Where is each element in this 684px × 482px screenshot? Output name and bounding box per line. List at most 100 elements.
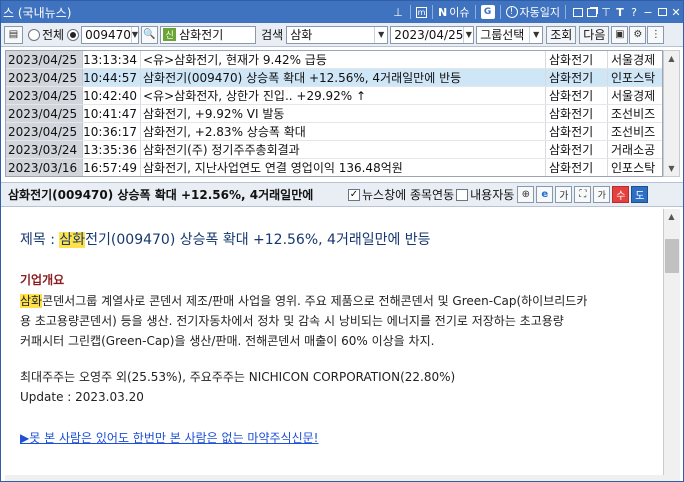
news-stock: 삼화전기 — [546, 141, 608, 158]
news-date: 2023/04/25 — [6, 51, 83, 68]
news-row[interactable]: 2023/04/25 13:13:34 <유>삼화전기, 현재가 9.42% 급등 삼… — [6, 51, 662, 69]
content-auto-checkbox[interactable]: 내용자동 — [456, 186, 514, 203]
news-time: 13:35:36 — [83, 141, 141, 158]
news-source: 서울경제 — [611, 89, 656, 103]
minimize-icon[interactable]: − — [641, 5, 655, 19]
news-row[interactable]: 2023/04/25 10:44:57 삼화전기(009470) 상승폭 확대 +1… — [6, 69, 662, 87]
pin-window-icon[interactable]: ⊤ — [599, 5, 613, 19]
article-title: 제목 : 삼화전기(009470) 상승폭 확대 +12.56%, 4거래일만에… — [20, 232, 431, 248]
news-stock: 삼화전기 — [546, 87, 608, 104]
news-link-checkbox[interactable]: ✓ 뉴스창에 종목연동 — [348, 186, 454, 203]
issue-button[interactable]: N 이슈 — [438, 4, 469, 20]
article-scrollbar[interactable]: ▲ — [663, 209, 680, 475]
window-copy-icon[interactable] — [585, 5, 599, 19]
search-icon[interactable]: 🔍 — [141, 25, 159, 44]
next-button[interactable]: 다음 — [579, 25, 610, 44]
group-select[interactable]: 그룹선택 ▼ — [476, 25, 544, 44]
news-row[interactable]: 2023/04/25 10:42:40 <유>삼화전자, 상한가 진입.. +29.… — [6, 87, 662, 105]
expand-icon[interactable]: ⛶ — [574, 186, 592, 203]
scroll-thumb[interactable] — [665, 239, 679, 273]
article-body: 제목 : 삼화전기(009470) 상승폭 확대 +12.56%, 4거래일만에… — [5, 209, 663, 475]
shareholders-text: 최대주주는 오영주 외(25.53%), 주요주주는 NICHICON CORP… — [20, 370, 456, 384]
news-title: <유>삼화전기, 현재가 9.42% 급등 — [141, 51, 546, 68]
more-icon[interactable]: ⋮ — [647, 25, 665, 44]
news-title: 삼화전기, +9.92% VI 발동 — [141, 105, 546, 122]
close-icon[interactable]: ✕ — [669, 5, 683, 19]
section-heading: 기업개요 — [20, 273, 65, 287]
news-date: 2023/04/25 — [6, 69, 83, 86]
news-source: 서울경제 — [611, 53, 656, 67]
news-time: 10:42:40 — [83, 87, 141, 104]
horizontal-scrollbar[interactable] — [5, 475, 680, 481]
news-title: <유>삼화전자, 상한가 진입.. +29.92% ↑ — [141, 87, 546, 104]
news-source: 거래소공 — [611, 143, 656, 157]
headline-title: 삼화전기(009470) 상승폭 확대 +12.56%, 4거래일만에 — [8, 188, 314, 202]
list-view-icon[interactable]: ▤ — [4, 25, 23, 44]
news-list: 2023/04/25 13:13:34 <유>삼화전기, 현재가 9.42% 급등 삼… — [5, 50, 663, 177]
news-row[interactable]: 2023/03/16 16:57:49 삼화전기, 지난사업연도 연결 영업이익 1… — [6, 159, 662, 176]
settings-icon[interactable]: ⚙ — [629, 25, 647, 44]
query-button[interactable]: 조회 — [546, 25, 577, 44]
news-date: 2023/03/16 — [6, 159, 83, 176]
scroll-down-icon[interactable]: ▼ — [664, 161, 679, 176]
news-list-scrollbar[interactable]: ▲ ▼ — [663, 50, 680, 177]
news-date: 2023/04/25 — [6, 123, 83, 140]
font-decrease-button[interactable]: 가 — [593, 186, 611, 203]
stock-code-select[interactable]: 009470 ▼ — [81, 25, 140, 44]
window-title: 스 (국내뉴스) — [3, 5, 72, 20]
search-keyword-select[interactable]: 삼화 ▼ — [286, 25, 389, 44]
translate-icon[interactable]: G — [480, 5, 495, 19]
scroll-up-icon[interactable]: ▲ — [664, 51, 679, 66]
info-icon: ! — [505, 6, 518, 18]
headline-bar: 삼화전기(009470) 상승폭 확대 +12.56%, 4거래일만에 ✓ 뉴스창… — [1, 182, 683, 207]
scroll-up-icon[interactable]: ▲ — [664, 209, 679, 224]
news-row[interactable]: 2023/03/24 13:35:36 삼화전기(주) 정기주주총회결과 삼화전기 거래… — [6, 141, 662, 159]
chevron-down-icon: ▼ — [529, 26, 542, 43]
news-source: 조선비즈 — [611, 125, 656, 139]
promo-link[interactable]: ▶못 본 사람은 있어도 한번만 본 사람은 없는 마약주식신문! — [20, 429, 318, 446]
window-link-icon[interactable] — [571, 5, 585, 19]
news-time: 10:41:47 — [83, 105, 141, 122]
company-overview: 삼화콘덴서그룹 계열사로 콘덴서 제조/판매 사업을 영위. 주요 제품으로 전… — [20, 294, 588, 348]
news-time: 10:44:57 — [83, 69, 141, 86]
news-source: 인포스탁 — [608, 69, 662, 86]
font-size-icon[interactable]: T — [613, 5, 627, 19]
pin-icon[interactable]: ⊥ — [391, 5, 405, 19]
news-row[interactable]: 2023/04/25 10:41:47 삼화전기, +9.92% VI 발동 삼화전기… — [6, 105, 662, 123]
news-time: 10:36:17 — [83, 123, 141, 140]
news-stock: 삼화전기 — [546, 159, 608, 176]
news-title: 삼화전기(009470) 상승폭 확대 +12.56%, 4거래일만에 반등 — [141, 69, 546, 86]
lock-icon[interactable]: ▣ — [611, 25, 629, 44]
zoom-icon[interactable]: ⊕ — [517, 186, 535, 203]
radio-all[interactable]: 전체 — [28, 26, 64, 43]
news-stock: 삼화전기 — [546, 51, 608, 68]
news-stock: 삼화전기 — [546, 105, 608, 122]
news-stock: 삼화전기 — [546, 123, 608, 140]
news-title: 삼화전기, 지난사업연도 연결 영업이익 136.48억원 — [141, 159, 546, 176]
chevron-down-icon: ▼ — [374, 26, 387, 43]
radio-stock[interactable] — [67, 28, 81, 41]
auto-daily-button[interactable]: ! 자동일지 — [505, 4, 560, 20]
news-date: 2023/04/25 — [6, 105, 83, 122]
news-time: 13:13:34 — [83, 51, 141, 68]
title-tools: ⊥ m N 이슈 G ! 자동일지 ⊤ T ? − ✕ — [391, 1, 683, 23]
news-date: 2023/04/25 — [6, 87, 83, 104]
news-source: 조선비즈 — [611, 107, 656, 121]
news-stock: 삼화전기 — [546, 69, 608, 86]
title-bar: 스 (국내뉴스) ⊥ m N 이슈 G ! 자동일지 ⊤ T ? − ✕ — [1, 1, 683, 23]
price-down-button[interactable]: 도 — [631, 186, 649, 203]
date-picker[interactable]: 2023/04/25 ▼ — [390, 25, 475, 44]
checkbox-checked-icon: ✓ — [348, 188, 360, 201]
price-up-button[interactable]: 수 — [612, 186, 630, 203]
help-icon[interactable]: ? — [627, 5, 641, 19]
m-menu-icon[interactable]: m — [416, 6, 428, 18]
search-label: 검색 — [261, 28, 284, 42]
news-source: 인포스탁 — [611, 161, 656, 175]
news-window: 스 (국내뉴스) ⊥ m N 이슈 G ! 자동일지 ⊤ T ? − ✕ ▤ 전체 … — [0, 0, 684, 482]
font-increase-button[interactable]: 가 — [555, 186, 573, 203]
update-text: Update : 2023.03.20 — [20, 390, 144, 404]
browser-icon[interactable]: e — [536, 186, 554, 203]
stock-name-field[interactable]: 신 삼화전기 — [160, 25, 257, 44]
maximize-icon[interactable] — [655, 5, 669, 19]
news-row[interactable]: 2023/04/25 10:36:17 삼화전기, +2.83% 상승폭 확대 삼화전… — [6, 123, 662, 141]
